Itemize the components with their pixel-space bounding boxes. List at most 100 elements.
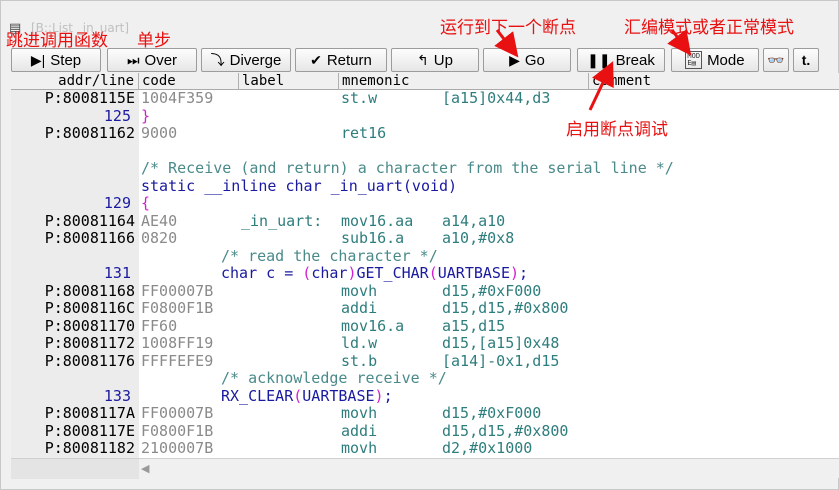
source-part: char bbox=[311, 264, 348, 282]
row-address: P:80081172 bbox=[44, 334, 135, 352]
listing-row[interactable]: 133 RX_CLEAR(UARTBASE); bbox=[11, 386, 839, 406]
listing-row[interactable]: P:80081166 0820 sub16.a a10,#0x8 bbox=[11, 229, 839, 248]
col-addr-line[interactable]: addr/line bbox=[11, 73, 139, 90]
go-button-label: Go bbox=[524, 51, 545, 69]
row-operands: a14,a10 bbox=[442, 211, 506, 230]
listing-row[interactable]: P:8008117A FF00007B movh d15,#0xF000 bbox=[11, 404, 839, 423]
listing-row[interactable]: P:80081170 FF60 mov16.a a15,d15 bbox=[11, 316, 839, 336]
row-code: FF00007B bbox=[141, 404, 214, 422]
glasses-icon: 👓 bbox=[767, 52, 785, 68]
diverge-button-label: Diverge bbox=[229, 51, 282, 69]
row-mnemonic: st.b bbox=[341, 351, 378, 370]
break-button-label: Break bbox=[615, 51, 655, 69]
listing-header: addr/line code label mnemonic comment bbox=[11, 73, 839, 90]
step-into-icon: ▶| bbox=[30, 52, 46, 68]
listing-row[interactable]: 129 { bbox=[11, 194, 839, 213]
row-mnemonic: movh bbox=[341, 439, 378, 457]
row-source-comment: /* Receive (and return) a character from… bbox=[141, 159, 674, 177]
annotation-single-step: 单步 bbox=[137, 31, 171, 51]
row-address: P:80081164 bbox=[44, 211, 135, 230]
source-part: ; bbox=[383, 386, 393, 405]
horizontal-scrollbar[interactable]: ◀ bbox=[11, 458, 839, 479]
row-operands: d15,d15,#0x800 bbox=[442, 299, 569, 317]
up-frame-button[interactable]: t. bbox=[793, 48, 819, 72]
row-operands: d15,d15,#0x800 bbox=[442, 421, 569, 440]
listing-row[interactable]: P:80081176 FFFFEFE9 st.b [a14]-0x1,d15 bbox=[11, 351, 839, 371]
listing-row[interactable]: static __inline char _in_uart(void) bbox=[11, 177, 839, 196]
scroll-left-icon[interactable]: ◀ bbox=[141, 462, 149, 475]
return-button-label: Return bbox=[326, 51, 372, 69]
row-mnemonic: mov16.aa bbox=[341, 211, 414, 230]
col-label[interactable]: label bbox=[239, 73, 339, 90]
listing-row[interactable]: 131 char c = (char)GET_CHAR(UARTBASE); bbox=[11, 264, 839, 283]
row-code: FF00007B bbox=[141, 281, 214, 300]
row-mnemonic: ld.w bbox=[341, 334, 378, 352]
return-button[interactable]: ✔ Return bbox=[295, 48, 387, 72]
source-paren: ( bbox=[428, 264, 438, 282]
annotation-mode: 汇编模式或者正常模式 bbox=[624, 18, 794, 38]
row-brace: } bbox=[141, 106, 151, 125]
listing-row[interactable]: P:8008116C F0800F1B addi d15,d15,#0x800 bbox=[11, 299, 839, 318]
over-button-label: Over bbox=[144, 51, 178, 69]
listing-row[interactable]: P:80081182 2100007B movh d2,#0x1000 bbox=[11, 439, 839, 458]
listing-row[interactable]: 125} bbox=[11, 106, 839, 126]
listing-row[interactable]: P:80081162 9000 ret16 bbox=[11, 124, 839, 143]
row-address: P:80081168 bbox=[44, 281, 135, 300]
listing-row[interactable]: P:80081164 AE40 _in_uart: mov16.aa a14,a10 bbox=[11, 211, 839, 231]
row-address: P:8008116C bbox=[44, 299, 135, 317]
break-button[interactable]: ❚❚ Break bbox=[577, 48, 665, 72]
listing-row[interactable] bbox=[11, 143, 839, 161]
source-part: ; bbox=[519, 264, 529, 282]
go-button[interactable]: ▶ Go bbox=[483, 48, 571, 72]
up-icon: ↰ bbox=[417, 52, 429, 68]
row-code: FF60 bbox=[141, 316, 178, 335]
col-code[interactable]: code bbox=[139, 73, 239, 90]
listing-row[interactable]: P:80081172 1008FF19 ld.w d15,[a15]0x48 bbox=[11, 334, 839, 353]
up-button[interactable]: ↰ Up bbox=[391, 48, 479, 72]
source-part: GET_CHAR bbox=[356, 264, 429, 282]
row-code: FFFFEFE9 bbox=[141, 351, 214, 370]
listing-row[interactable]: /* Receive (and return) a character from… bbox=[11, 159, 839, 178]
row-line-number: 131 bbox=[103, 264, 131, 282]
mode-button[interactable]: MOD E▤ Mode bbox=[671, 48, 759, 72]
listing-row[interactable]: P:80081168 FF00007B movh d15,#0xF000 bbox=[11, 281, 839, 301]
row-operands: [a14]-0x1,d15 bbox=[442, 351, 560, 370]
col-mnemonic[interactable]: mnemonic bbox=[339, 73, 589, 90]
listing-row[interactable]: /* acknowledge receive */ bbox=[11, 369, 839, 388]
row-address: P:80081182 bbox=[44, 439, 135, 457]
go-icon: ▶ bbox=[509, 52, 520, 68]
row-label: _in_uart: bbox=[241, 211, 323, 230]
listing-row[interactable]: P:8008115E 1004F359 st.w [a15]0x44,d3 bbox=[11, 90, 839, 108]
row-mnemonic: movh bbox=[341, 404, 378, 422]
row-code: F0800F1B bbox=[141, 299, 214, 317]
annotation-step-over: 跳进调用函数 bbox=[6, 31, 108, 51]
row-code: 1004F359 bbox=[141, 90, 214, 107]
row-address: P:8008117E bbox=[44, 421, 135, 440]
up-button-label: Up bbox=[433, 51, 453, 69]
row-mnemonic: movh bbox=[341, 281, 378, 300]
row-code: 9000 bbox=[141, 124, 178, 142]
row-operands: d15,#0xF000 bbox=[442, 404, 542, 422]
annotation-break: 启用断点调试 bbox=[566, 120, 668, 140]
listing-row[interactable]: P:8008117E F0800F1B addi d15,d15,#0x800 bbox=[11, 421, 839, 441]
row-mnemonic: sub16.a bbox=[341, 229, 405, 247]
row-address: P:80081162 bbox=[44, 124, 135, 142]
row-code: 1008FF19 bbox=[141, 334, 214, 352]
row-operands: d2,#0x1000 bbox=[442, 439, 533, 457]
diverge-icon: ⤵ bbox=[210, 52, 225, 68]
row-source-comment: /* acknowledge receive */ bbox=[221, 369, 447, 387]
scrollbar-corner bbox=[11, 459, 139, 479]
row-operands: d15,[a15]0x48 bbox=[442, 334, 560, 352]
row-code: 2100007B bbox=[141, 439, 214, 457]
col-comment[interactable]: comment bbox=[589, 73, 839, 90]
over-button[interactable]: ⏭ Over bbox=[107, 48, 197, 72]
mode-button-label: Mode bbox=[707, 51, 745, 69]
diverge-button[interactable]: ⤵ Diverge bbox=[201, 48, 291, 72]
step-button[interactable]: ▶| Step bbox=[11, 48, 101, 72]
row-code: 0820 bbox=[141, 229, 178, 247]
row-address: P:8008117A bbox=[44, 404, 135, 422]
view-button[interactable]: 👓 bbox=[763, 48, 789, 72]
listing-row[interactable]: /* read the character */ bbox=[11, 247, 839, 266]
row-address: P:8008115E bbox=[44, 90, 135, 107]
disassembly-listing[interactable]: P:8008115E 1004F359 st.w [a15]0x44,d3 125} P:… bbox=[11, 90, 839, 458]
